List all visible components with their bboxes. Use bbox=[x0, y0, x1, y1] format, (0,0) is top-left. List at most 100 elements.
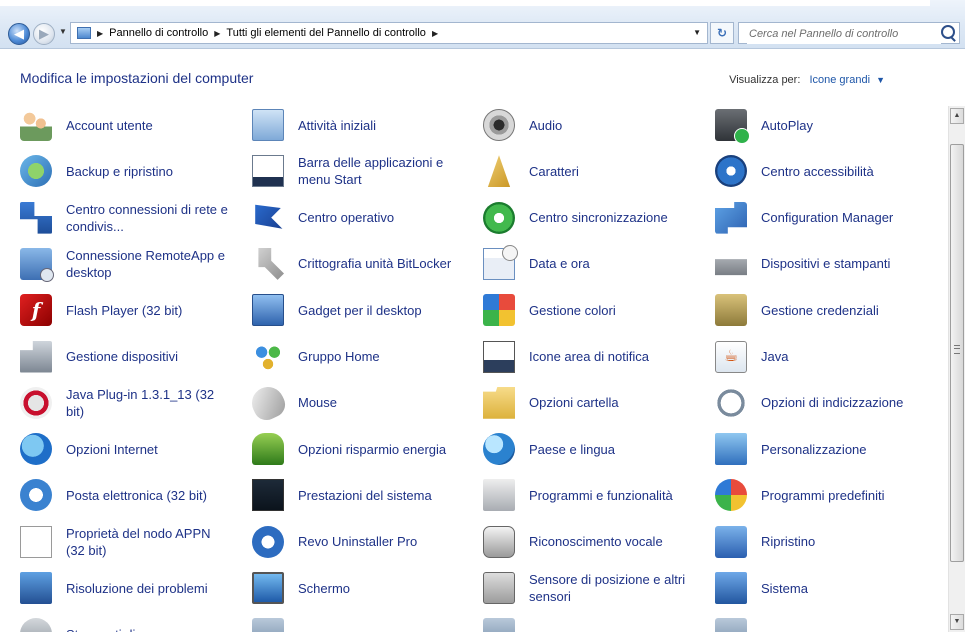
control-panel-item[interactable]: Gadget per il desktop bbox=[232, 289, 462, 331]
control-panel-item[interactable]: Gestione credenziali bbox=[695, 289, 925, 331]
control-panel-item-label: Configuration Manager bbox=[761, 210, 894, 226]
control-panel-item[interactable]: Centro connessioni di rete e condivis... bbox=[0, 197, 230, 239]
control-panel-item[interactable]: Strumenti di bbox=[0, 613, 230, 632]
control-panel-item[interactable]: Mouse bbox=[232, 381, 462, 425]
display-icon bbox=[252, 572, 284, 604]
control-panel-item[interactable]: Configuration Manager bbox=[695, 197, 925, 239]
scroll-thumb[interactable] bbox=[950, 144, 964, 562]
control-panel-item[interactable]: Opzioni cartella bbox=[463, 382, 693, 424]
control-panel-item-label: Sistema bbox=[761, 580, 808, 596]
breadcrumb-separator-icon[interactable]: ▶ bbox=[214, 29, 220, 38]
search-box[interactable] bbox=[738, 22, 960, 44]
indexing-options-icon bbox=[715, 386, 747, 419]
refresh-button[interactable]: ↻ bbox=[710, 22, 734, 44]
control-panel-item[interactable] bbox=[232, 613, 462, 632]
back-arrow-icon: ◀ bbox=[14, 26, 24, 41]
revo-uninstaller-icon bbox=[252, 525, 284, 558]
breadcrumb-separator-icon[interactable]: ▶ bbox=[97, 29, 103, 38]
control-panel-item[interactable]: Centro operativo bbox=[232, 197, 462, 239]
control-panel-item[interactable]: ☕ Java bbox=[695, 336, 925, 378]
action-center-icon bbox=[255, 204, 283, 229]
recent-pages-dropdown[interactable]: ▼ bbox=[59, 27, 67, 36]
vertical-scrollbar[interactable]: ▲ ▼ bbox=[948, 106, 965, 632]
date-time-icon bbox=[483, 244, 518, 280]
control-panel-item[interactable] bbox=[695, 613, 925, 632]
scroll-up-button[interactable]: ▲ bbox=[950, 108, 964, 124]
breadcrumb-control-panel[interactable]: Pannello di controllo bbox=[109, 27, 208, 39]
control-panel-item-label: Centro connessioni di rete e condivis... bbox=[66, 201, 228, 234]
control-panel-item-label: Paese e lingua bbox=[529, 441, 616, 457]
control-panel-item-label: Personalizzazione bbox=[761, 441, 867, 457]
personalization-icon bbox=[715, 433, 747, 466]
control-panel-item[interactable]: Ripristino bbox=[695, 521, 925, 563]
control-panel-item[interactable]: Sistema bbox=[695, 567, 925, 609]
breadcrumb-all-items[interactable]: Tutti gli elementi del Pannello di contr… bbox=[226, 27, 426, 39]
control-panel-item-label: Java Plug-in 1.3.1_13 (32 bit) bbox=[66, 386, 215, 419]
control-panel-item-label: Mouse bbox=[298, 395, 338, 411]
java-plugin-icon bbox=[20, 386, 52, 419]
control-panel-item[interactable]: Riconoscimento vocale bbox=[463, 521, 693, 563]
control-panel-item[interactable]: Gestione colori bbox=[463, 289, 693, 331]
search-icon[interactable] bbox=[941, 25, 955, 39]
control-panel-item-label: Ripristino bbox=[761, 534, 816, 550]
control-panel-item-label: Centro sincronizzazione bbox=[529, 210, 668, 226]
control-panel-item[interactable]: Caratteri bbox=[463, 150, 693, 192]
control-panel-item[interactable]: Audio bbox=[463, 104, 693, 146]
control-panel-item[interactable]: Personalizzazione bbox=[695, 428, 925, 470]
control-panel-item[interactable]: Programmi predefiniti bbox=[695, 474, 925, 516]
control-panel-item[interactable]: Opzioni Internet bbox=[0, 428, 230, 470]
control-panel-item[interactable]: Backup e ripristino bbox=[0, 150, 230, 192]
control-panel-item[interactable]: Gruppo Home bbox=[232, 336, 462, 378]
control-panel-item[interactable]: Prestazioni del sistema bbox=[232, 474, 462, 516]
control-panel-item[interactable]: Java Plug-in 1.3.1_13 (32 bit) bbox=[0, 382, 230, 424]
microphone-icon bbox=[483, 525, 515, 558]
control-panel-item[interactable]: Proprietà del nodo APPN (32 bit) bbox=[0, 521, 230, 563]
notification-area-icon bbox=[483, 340, 515, 373]
control-panel-item[interactable]: Connessione RemoteApp e desktop bbox=[0, 243, 230, 285]
credential-manager-icon bbox=[715, 294, 747, 327]
search-input[interactable] bbox=[747, 24, 941, 44]
control-panel-item[interactable]: Posta elettronica (32 bit) bbox=[0, 474, 230, 516]
control-panel-item[interactable]: Dispositivi e stampanti bbox=[695, 243, 925, 285]
back-button[interactable]: ◀ bbox=[8, 23, 30, 45]
troubleshooting-icon bbox=[20, 572, 52, 604]
control-panel-item[interactable]: Gestione dispositivi bbox=[0, 336, 230, 378]
control-panel-item-label: Riconoscimento vocale bbox=[529, 534, 663, 550]
control-panel-item[interactable]: Sensore di posizione e altri sensori bbox=[463, 567, 693, 609]
forward-arrow-icon: ▶ bbox=[39, 26, 49, 41]
default-programs-icon bbox=[715, 479, 747, 512]
view-by-dropdown[interactable]: Icone grandi bbox=[809, 74, 870, 86]
control-panel-item[interactable]: Centro sincronizzazione bbox=[463, 197, 693, 239]
control-panel-item[interactable]: Data e ora bbox=[463, 243, 693, 285]
chevron-down-icon[interactable]: ▼ bbox=[876, 75, 885, 85]
control-panel-item[interactable]: Centro accessibilità bbox=[695, 150, 925, 192]
breadcrumb-separator-icon[interactable]: ▶ bbox=[432, 29, 438, 38]
control-panel-item-label: Caratteri bbox=[529, 163, 579, 179]
control-panel-item[interactable] bbox=[463, 613, 693, 632]
control-panel-item[interactable]: Programmi e funzionalità bbox=[463, 474, 693, 516]
control-panel-item-label: Programmi predefiniti bbox=[761, 487, 885, 503]
view-by-label: Visualizza per: bbox=[729, 74, 801, 86]
control-panel-icon bbox=[77, 27, 91, 39]
ease-of-access-icon bbox=[715, 155, 747, 188]
control-panel-item[interactable]: f Flash Player (32 bit) bbox=[0, 289, 230, 331]
control-panel-item[interactable]: Opzioni risparmio energia bbox=[232, 428, 462, 470]
control-panel-item[interactable]: Paese e lingua bbox=[463, 428, 693, 470]
control-panel-item[interactable]: Icone area di notifica bbox=[463, 336, 693, 378]
control-panel-item[interactable]: Revo Uninstaller Pro bbox=[232, 521, 462, 563]
control-panel-item[interactable]: Attività iniziali bbox=[232, 104, 462, 146]
control-panel-item[interactable]: AutoPlay bbox=[695, 104, 925, 146]
control-panel-item[interactable]: Schermo bbox=[232, 567, 462, 609]
control-panel-item[interactable]: Barra delle applicazioni e menu Start bbox=[232, 150, 462, 192]
control-panel-item[interactable]: Crittografia unità BitLocker bbox=[232, 243, 462, 285]
control-panel-item[interactable]: Opzioni di indicizzazione bbox=[695, 382, 925, 424]
control-panel-item-label: Revo Uninstaller Pro bbox=[298, 534, 418, 550]
address-bar[interactable]: ▶ Pannello di controllo ▶ Tutti gli elem… bbox=[70, 22, 708, 44]
control-panel-item-label: Icone area di notifica bbox=[529, 349, 649, 364]
forward-button[interactable]: ▶ bbox=[33, 23, 55, 45]
control-panel-item[interactable]: Risoluzione dei problemi bbox=[0, 567, 230, 609]
control-panel-item-label: Attività iniziali bbox=[298, 117, 377, 133]
control-panel-item[interactable]: Account utente bbox=[0, 104, 230, 146]
scroll-down-button[interactable]: ▼ bbox=[950, 614, 964, 630]
address-dropdown-icon[interactable]: ▼ bbox=[693, 28, 701, 37]
